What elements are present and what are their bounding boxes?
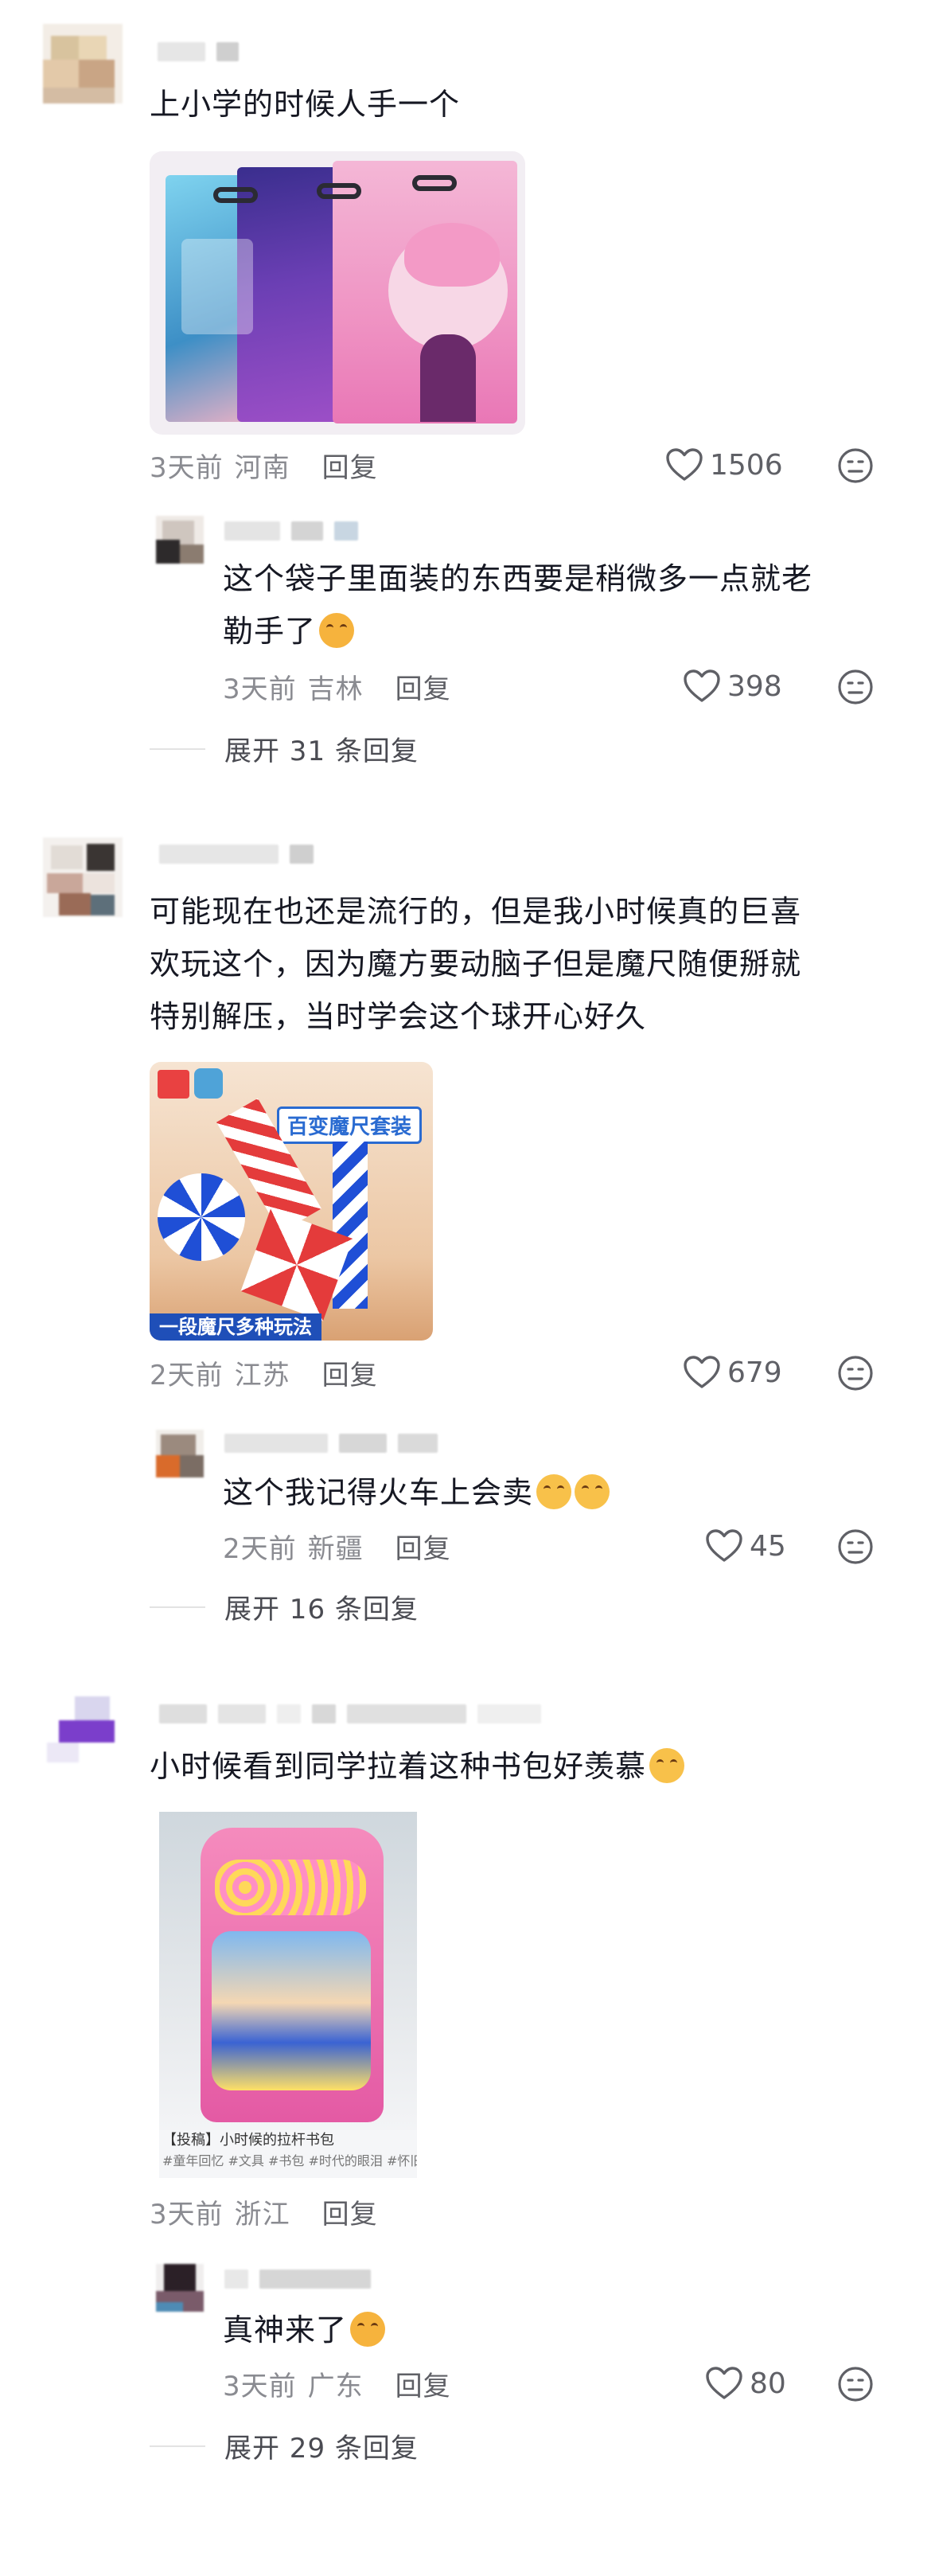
user-avatar[interactable] — [43, 1692, 123, 1772]
user-avatar[interactable] — [43, 24, 123, 103]
dislike-icon[interactable] — [837, 669, 874, 705]
reply-button[interactable]: 回复 — [395, 1527, 451, 1566]
like-button[interactable]: 80 — [705, 2366, 786, 2401]
username[interactable] — [158, 41, 239, 62]
dislike-icon[interactable] — [837, 447, 874, 484]
expand-replies-button[interactable]: 展开 31 条回复 — [150, 729, 419, 768]
like-button[interactable]: 398 — [683, 669, 782, 704]
reply-username[interactable] — [224, 1433, 438, 1454]
comment-image[interactable]: 百变魔尺套装 一段魔尺多种玩法 — [150, 1062, 433, 1341]
comment-meta: 2天前 江苏 回复 — [150, 1353, 378, 1392]
username[interactable] — [159, 1704, 541, 1724]
brand-logo — [158, 1070, 189, 1099]
crying-emoji-icon — [649, 1748, 685, 1783]
heart-outline-icon — [683, 669, 721, 704]
user-avatar[interactable] — [43, 837, 123, 917]
princess-print — [212, 1931, 371, 2090]
comment-text: 上小学的时候人手一个 — [150, 87, 461, 122]
username[interactable] — [159, 844, 314, 865]
divider-line — [150, 747, 205, 750]
reply-button[interactable]: 回复 — [322, 2192, 378, 2231]
like-button[interactable]: 679 — [683, 1355, 782, 1390]
image-caption: 一段魔尺多种玩法 — [150, 1313, 321, 1341]
laugh-cry-emoji-icon — [350, 2312, 386, 2347]
comment-meta: 3天前 浙江 回复 — [150, 2192, 378, 2231]
reply-avatar[interactable] — [156, 1430, 204, 1477]
like-count: 1506 — [710, 448, 783, 482]
laugh-cry-emoji-icon — [319, 613, 355, 648]
dislike-icon[interactable] — [837, 1528, 874, 1565]
reply-button[interactable]: 回复 — [322, 1353, 378, 1392]
heart-outline-icon — [683, 1355, 721, 1390]
crying-emoji-icon — [536, 1474, 572, 1509]
comment-image[interactable] — [150, 151, 525, 435]
like-button[interactable]: 1506 — [665, 447, 783, 482]
comment-text: 可能现在也还是流行的，但是我小时候真的巨喜 欢玩这个，因为魔方要动脑子但是魔尺随… — [150, 894, 802, 1034]
reply-text: 这个我记得火车上会卖 — [223, 1466, 610, 1519]
like-count: 679 — [727, 1356, 782, 1389]
image-tags: #童年回忆 #文具 #书包 #时代的眼泪 #怀旧 — [162, 2153, 417, 2168]
like-count: 80 — [750, 2367, 786, 2400]
heart-outline-icon — [705, 1528, 743, 1563]
divider-line — [150, 1606, 205, 1608]
reply-meta: 3天前 广东 回复 — [223, 2364, 451, 2403]
crying-emoji-icon — [575, 1474, 610, 1509]
heart-outline-icon — [705, 2366, 743, 2401]
like-count: 45 — [750, 1529, 786, 1563]
image-caption: 【投稿】小时候的拉杆书包 — [162, 2132, 334, 2149]
reply-username[interactable] — [224, 521, 358, 541]
reply-avatar[interactable] — [156, 516, 204, 564]
reply-meta: 2天前 新疆 回复 — [223, 1527, 451, 1566]
reply-text: 真神来了 — [223, 2304, 386, 2356]
reply-meta: 3天前 吉林 回复 — [223, 667, 451, 706]
reply-text: 这个袋子里面装的东西要是稍微多一点就老 勒手了 — [223, 561, 813, 649]
comment-meta: 3天前 河南 回复 — [150, 446, 378, 485]
like-button[interactable]: 45 — [705, 1528, 786, 1563]
expand-replies-button[interactable]: 展开 16 条回复 — [150, 1587, 419, 1626]
comment-text: 小时候看到同学拉着这种书包好羡慕 — [150, 1740, 685, 1793]
image-banner: 百变魔尺套装 — [277, 1107, 423, 1144]
reply-button[interactable]: 回复 — [322, 446, 378, 485]
expand-replies-button[interactable]: 展开 29 条回复 — [150, 2426, 419, 2465]
dislike-icon[interactable] — [837, 1355, 874, 1391]
backpack-flowers — [215, 1860, 366, 1915]
like-count: 398 — [727, 669, 782, 703]
dislike-icon[interactable] — [837, 2366, 874, 2402]
snake-ball — [158, 1173, 245, 1261]
comment-time: 3天前 — [150, 452, 224, 484]
comment-location: 河南 — [234, 452, 290, 484]
reply-button[interactable]: 回复 — [395, 2364, 451, 2403]
reply-button[interactable]: 回复 — [395, 667, 451, 706]
divider-line — [150, 2445, 205, 2447]
snake-tower — [333, 1142, 368, 1309]
comment-image[interactable]: 【投稿】小时候的拉杆书包 #童年回忆 #文具 #书包 #时代的眼泪 #怀旧 — [159, 1812, 417, 2178]
reply-username[interactable] — [224, 2269, 371, 2289]
heart-outline-icon — [665, 447, 703, 482]
reply-avatar[interactable] — [156, 2264, 204, 2312]
